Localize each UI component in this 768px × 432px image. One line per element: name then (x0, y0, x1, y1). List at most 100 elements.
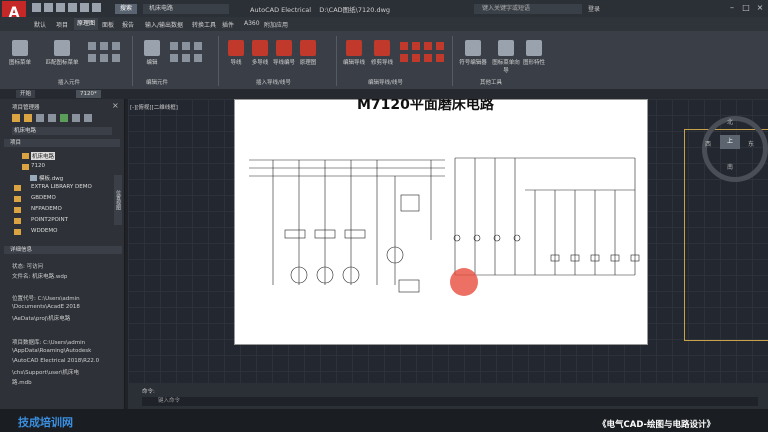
small-tool-icon[interactable] (170, 42, 178, 50)
maximize-icon[interactable]: □ (740, 3, 752, 13)
tree-item-template[interactable]: 模板.dwg (39, 174, 63, 182)
small-tool-icon[interactable] (436, 54, 444, 62)
detail-location: \AeData\proj\机床电路 (12, 316, 71, 322)
panel-title-insert-wire[interactable]: 插入导线/线号 (256, 78, 291, 86)
small-tool-icon[interactable] (412, 54, 420, 62)
tool-icon[interactable] (72, 114, 80, 122)
trim-wire-button[interactable]: 修剪导线 (368, 40, 396, 66)
schematic-button[interactable]: 原理图 (294, 40, 322, 66)
small-tool-icon[interactable] (100, 54, 108, 62)
open-project-icon[interactable] (12, 114, 20, 122)
open-file-icon[interactable] (44, 3, 53, 12)
small-tool-icon[interactable] (436, 42, 444, 50)
new-file-icon[interactable] (32, 3, 41, 12)
panel-title-edit-wire[interactable]: 编辑导线/线号 (368, 78, 403, 86)
tree-item-nfpademo[interactable]: NFPADEMO (31, 206, 62, 212)
tab-start[interactable]: 开始 (16, 90, 36, 98)
symbol-editor-button[interactable]: 符号编辑器 (456, 40, 490, 66)
save-icon[interactable] (56, 3, 65, 12)
close-icon[interactable]: × (754, 3, 766, 13)
small-tool-icon[interactable] (424, 42, 432, 50)
icon-menu-wizard-button[interactable]: 图标菜单向导 (490, 40, 522, 74)
small-tool-icon[interactable] (88, 42, 96, 50)
minimize-icon[interactable]: – (726, 3, 738, 13)
edit-button[interactable]: 编辑 (138, 40, 166, 66)
tool-icon[interactable] (48, 114, 56, 122)
command-input[interactable]: 键入命令 (142, 397, 758, 406)
project-icon (14, 229, 21, 235)
edit-icon (144, 40, 160, 56)
tab-plugins[interactable]: 插件 (222, 20, 234, 29)
tool-icon[interactable] (36, 114, 44, 122)
compass-south[interactable]: 南 (727, 162, 733, 171)
compass-east[interactable]: 东 (748, 139, 754, 148)
ribbon-tabs (0, 17, 768, 31)
tool-icon[interactable] (60, 114, 68, 122)
tab-project[interactable]: 项目 (56, 20, 68, 29)
redo-icon[interactable] (80, 3, 89, 12)
tree-item-active-project[interactable]: 机床电路 (31, 152, 56, 160)
tab-schematic[interactable]: 原理图 (74, 18, 99, 30)
small-tool-icon[interactable] (194, 54, 202, 62)
ribbon-separator (452, 36, 453, 86)
edit-wire-button[interactable]: 编辑导线 (340, 40, 368, 66)
location-view-tab[interactable]: 位置视图 (114, 175, 122, 225)
small-tool-icon[interactable] (194, 42, 202, 50)
plot-icon[interactable] (92, 3, 101, 12)
viewcube[interactable] (702, 116, 768, 182)
small-tool-icon[interactable] (100, 42, 108, 50)
small-tool-icon[interactable] (88, 54, 96, 62)
project-dropdown[interactable]: 机床电路 (12, 127, 112, 135)
tree-item-gbdemo[interactable]: GBDEMO (31, 195, 56, 201)
viewport-label[interactable]: [-][俯视][二维线框] (130, 103, 178, 111)
help-search-input[interactable]: 键入关键字或短语 (474, 4, 582, 14)
tab-reports[interactable]: 报告 (122, 20, 134, 29)
panel-title: 项目管理器 (12, 105, 40, 111)
small-tool-icon[interactable] (182, 54, 190, 62)
viewcube-top-face[interactable]: 上 (720, 135, 740, 149)
tab-a360[interactable]: A360 (244, 20, 260, 27)
login-button[interactable]: 登录 (588, 4, 600, 13)
small-tool-icon[interactable] (412, 42, 420, 50)
small-tool-icon[interactable] (400, 54, 408, 62)
panel-title-edit[interactable]: 编辑元件 (146, 78, 168, 86)
tab-default[interactable]: 默认 (34, 20, 46, 29)
drawing-properties-button[interactable]: 图形特性 (520, 40, 548, 66)
tab-conversion[interactable]: 转换工具 (192, 20, 216, 29)
tree-item-wddemo[interactable]: WDDEMO (31, 228, 57, 234)
project-icon (14, 218, 21, 224)
compass-west[interactable]: 西 (705, 139, 711, 148)
small-tool-icon[interactable] (182, 42, 190, 50)
detail-database: \AutoCAD Electrical 2018\R22.0 (12, 358, 100, 364)
undo-icon[interactable] (68, 3, 77, 12)
tree-item-extra-library[interactable]: EXTRA LIBRARY DEMO (31, 184, 92, 190)
wire-number-icon (276, 40, 292, 56)
drawing-canvas[interactable]: [-][俯视][二维线框] M7120平面磨床电路 (128, 99, 768, 383)
small-tool-icon[interactable] (400, 42, 408, 50)
compass-north[interactable]: 北 (727, 117, 733, 126)
tab-7120[interactable]: 7120* (76, 90, 101, 98)
panel-title-insert[interactable]: 插入元件 (58, 78, 80, 86)
small-tool-icon[interactable] (112, 54, 120, 62)
icon-menu-button[interactable]: 图标菜单 (6, 40, 34, 66)
settings-icon[interactable] (84, 114, 92, 122)
project-header: 项目 (4, 139, 120, 147)
search-button[interactable]: 搜索 (115, 4, 137, 14)
tree-item-point2point[interactable]: POINT2POINT (31, 217, 68, 223)
drawing-sheet[interactable]: M7120平面磨床电路 (234, 99, 648, 345)
folder-icon (22, 164, 29, 170)
panel-title-other[interactable]: 其他工具 (480, 78, 502, 86)
tab-addins[interactable]: 附加应用 (264, 20, 288, 29)
tab-import-export[interactable]: 输入/输出数据 (145, 20, 183, 29)
new-project-icon[interactable] (24, 114, 32, 122)
small-tool-icon[interactable] (424, 54, 432, 62)
tab-panel[interactable]: 面板 (102, 20, 114, 29)
small-tool-icon[interactable] (170, 54, 178, 62)
project-icon (14, 207, 21, 213)
search-input[interactable]: 机床电路 (143, 4, 229, 14)
match-icon-menu-button[interactable]: 匹配图标菜单 (44, 40, 80, 66)
edit-wire-icon (346, 40, 362, 56)
close-icon[interactable]: × (112, 101, 119, 110)
small-tool-icon[interactable] (112, 42, 120, 50)
tree-item-7120[interactable]: 7120 (31, 163, 45, 169)
